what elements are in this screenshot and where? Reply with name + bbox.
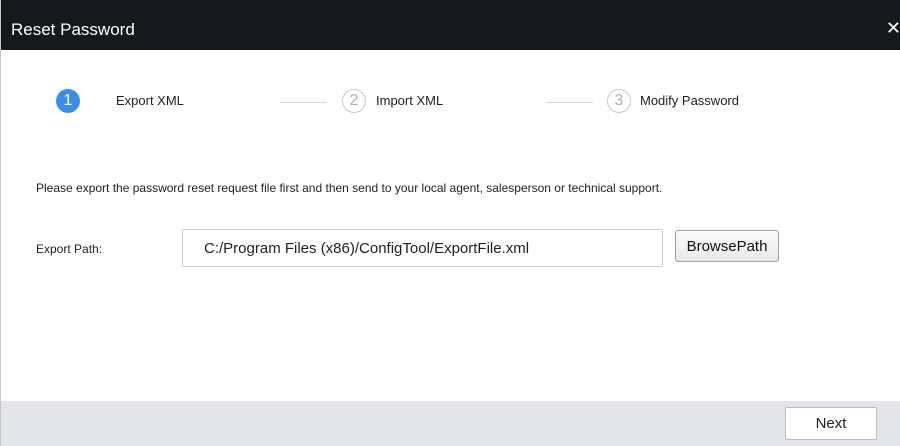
- step-3-label: Modify Password: [640, 93, 739, 108]
- next-button[interactable]: Next: [785, 407, 877, 440]
- step-connector-1: [280, 102, 327, 103]
- step-1-label: Export XML: [116, 93, 184, 108]
- export-path-input[interactable]: [182, 229, 663, 267]
- dialog-footer: Next: [1, 401, 900, 446]
- step-1-number: 1: [56, 89, 80, 113]
- reset-password-dialog: Reset Password ✕ 1 Export XML 2 Import X…: [0, 0, 900, 446]
- close-icon[interactable]: ✕: [886, 18, 900, 38]
- step-3-number: 3: [607, 89, 631, 113]
- step-2-label: Import XML: [376, 93, 444, 108]
- step-2-number: 2: [342, 89, 366, 113]
- dialog-title: Reset Password: [11, 20, 135, 39]
- step-connector-2: [546, 102, 593, 103]
- instruction-text: Please export the password reset request…: [36, 181, 663, 195]
- export-path-label: Export Path:: [36, 242, 103, 256]
- title-bar: Reset Password ✕: [1, 0, 900, 50]
- browse-path-button[interactable]: BrowsePath: [675, 230, 779, 262]
